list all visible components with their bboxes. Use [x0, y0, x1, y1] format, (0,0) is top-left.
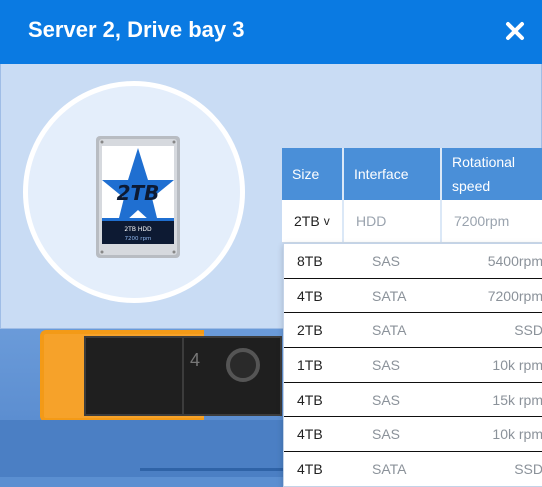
speed-column-header: Rotational speed — [442, 148, 542, 200]
drive-bay-4[interactable]: 4 — [182, 336, 282, 416]
option-size: 8TB — [297, 252, 323, 269]
drive-rpm-text: 7200 rpm — [125, 236, 152, 242]
option-size: 4TB — [297, 391, 323, 408]
hard-drive-icon: 2TB 2TB HDD 7200 rpm — [96, 136, 180, 258]
dropdown-option[interactable]: 4TB SATA 7200rpm — [284, 277, 542, 313]
dropdown-option[interactable]: 4TB SAS 10k rpm — [284, 416, 542, 451]
drive-model-text: 2TB HDD — [124, 226, 152, 233]
option-speed: 5400rpm — [487, 252, 542, 269]
drive-bay-dialog: Server 2, Drive bay 3 2TB 2TB HDD 7200 r… — [0, 0, 542, 487]
size-select-value: 2TB — [294, 213, 320, 229]
drive-bay-background — [84, 336, 184, 416]
dialog-title: Server 2, Drive bay 3 — [28, 17, 245, 42]
dropdown-option[interactable]: 4TB SAS 15k rpm — [284, 381, 542, 417]
option-speed: SSD — [514, 322, 542, 339]
option-speed: SSD — [514, 460, 542, 477]
option-speed: 10k rpm — [492, 356, 542, 373]
spec-table-header: Size Interface Rotational speed — [282, 148, 542, 200]
option-interface: SATA — [372, 460, 407, 477]
option-interface: SAS — [372, 252, 401, 269]
option-interface: SAS — [372, 426, 401, 443]
interface-column-header: Interface — [344, 148, 442, 200]
option-interface: SAS — [372, 391, 401, 408]
close-button[interactable] — [502, 18, 528, 44]
size-select[interactable]: 2TB v — [282, 200, 344, 242]
option-size: 2TB — [297, 322, 323, 339]
size-dropdown-list: 8TB SAS 5400rpm 4TB SATA 7200rpm 2TB SAT… — [283, 243, 542, 487]
bay-release-knob-icon — [226, 348, 260, 382]
speed-value: 7200rpm — [454, 213, 510, 229]
dropdown-option[interactable]: 1TB SAS 10k rpm — [284, 347, 542, 382]
dropdown-option[interactable]: 4TB SATA SSD — [284, 451, 542, 486]
drive-preview-circle: 2TB 2TB HDD 7200 rpm — [23, 81, 245, 303]
drive-size-text: 2TB — [117, 181, 160, 205]
option-speed: 10k rpm — [492, 426, 542, 443]
option-interface: SATA — [372, 322, 407, 339]
dropdown-option[interactable]: 8TB SAS 5400rpm — [284, 244, 542, 278]
chevron-down-icon: v — [323, 214, 330, 228]
option-size: 4TB — [297, 460, 323, 477]
option-interface: SAS — [372, 356, 401, 373]
bay-number: 4 — [190, 350, 201, 370]
option-size: 4TB — [297, 426, 323, 443]
drive-spec-table: Size Interface Rotational speed 2TB v HD… — [282, 148, 542, 243]
dropdown-option[interactable]: 2TB SATA SSD — [284, 312, 542, 347]
option-interface: SATA — [372, 287, 407, 304]
interface-value: HDD — [344, 200, 442, 242]
close-icon — [506, 22, 524, 40]
option-speed: 15k rpm — [492, 391, 542, 408]
current-drive-row: 2TB v HDD 7200rpm — [282, 200, 542, 243]
option-size: 4TB — [297, 287, 323, 304]
size-column-header: Size — [282, 148, 344, 200]
option-size: 1TB — [297, 356, 323, 373]
dialog-header: Server 2, Drive bay 3 — [0, 0, 542, 64]
option-speed: 7200rpm — [487, 287, 542, 304]
